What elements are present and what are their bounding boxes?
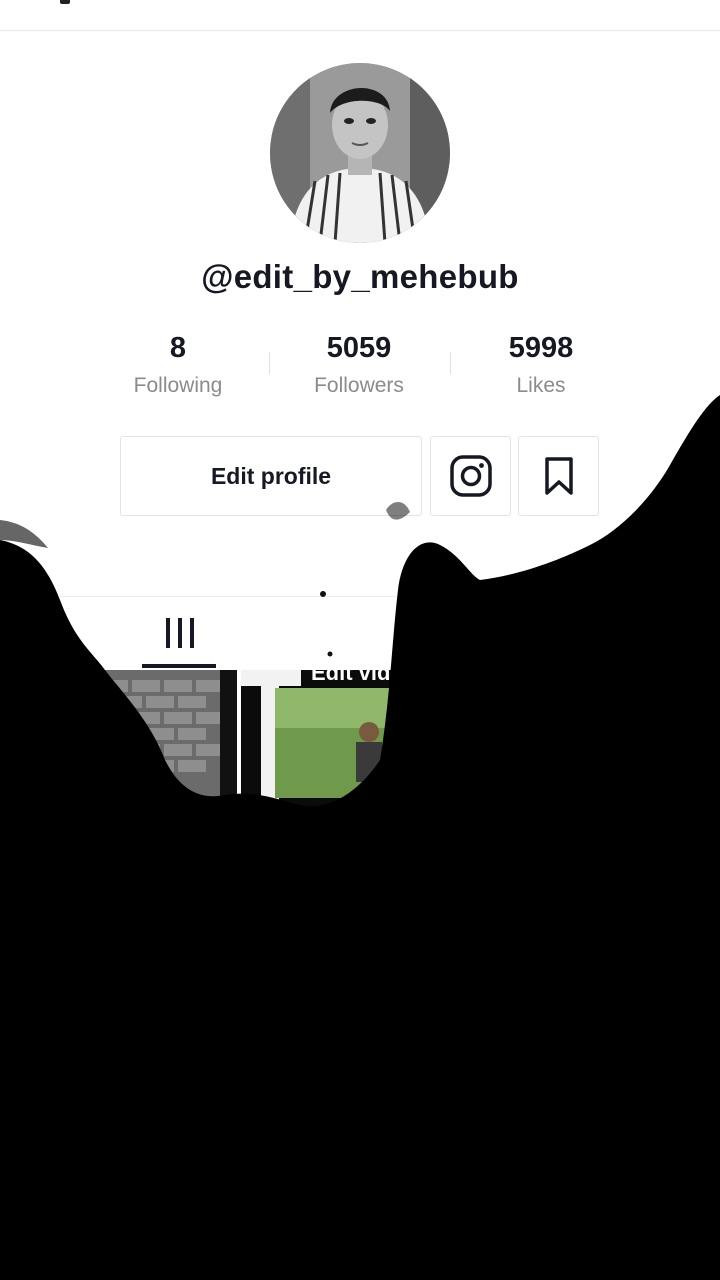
video-thumbnail[interactable]: Edit vid xyxy=(241,670,479,820)
stat-likes[interactable]: 5998 Likes xyxy=(451,328,631,404)
video-thumbnail[interactable] xyxy=(0,670,237,820)
thumbnail-image xyxy=(0,670,237,820)
tab-active-indicator xyxy=(142,664,216,668)
video-title: Edit vid xyxy=(311,670,391,685)
tab-videos[interactable] xyxy=(142,610,216,668)
thumbnail-image xyxy=(241,670,479,820)
stat-value: 5998 xyxy=(508,332,574,364)
stat-label: Followers xyxy=(314,374,404,397)
profile-screen: @edit_by_mehebub 8 Following 5059 Follow… xyxy=(0,0,720,1280)
videos-grid-icon xyxy=(166,618,194,650)
top-bar xyxy=(0,0,720,31)
stat-following[interactable]: 8 Following xyxy=(88,328,268,404)
edit-profile-button[interactable]: Edit profile xyxy=(120,436,422,516)
stat-followers[interactable]: 5059 Followers xyxy=(269,328,449,404)
stat-label: Following xyxy=(133,374,223,397)
top-bar-edge xyxy=(60,0,70,4)
username: @edit_by_mehebub xyxy=(201,258,519,295)
avatar[interactable] xyxy=(270,63,450,243)
avatar-image xyxy=(270,63,450,243)
bookmark-button[interactable] xyxy=(518,436,599,516)
instagram-button[interactable] xyxy=(430,436,511,516)
stat-value: 5059 xyxy=(326,332,392,364)
instagram-icon xyxy=(449,455,492,497)
tab-divider xyxy=(0,596,720,597)
bookmark-icon xyxy=(544,457,573,495)
stat-label: Likes xyxy=(516,374,566,397)
stat-value: 8 xyxy=(169,332,187,364)
